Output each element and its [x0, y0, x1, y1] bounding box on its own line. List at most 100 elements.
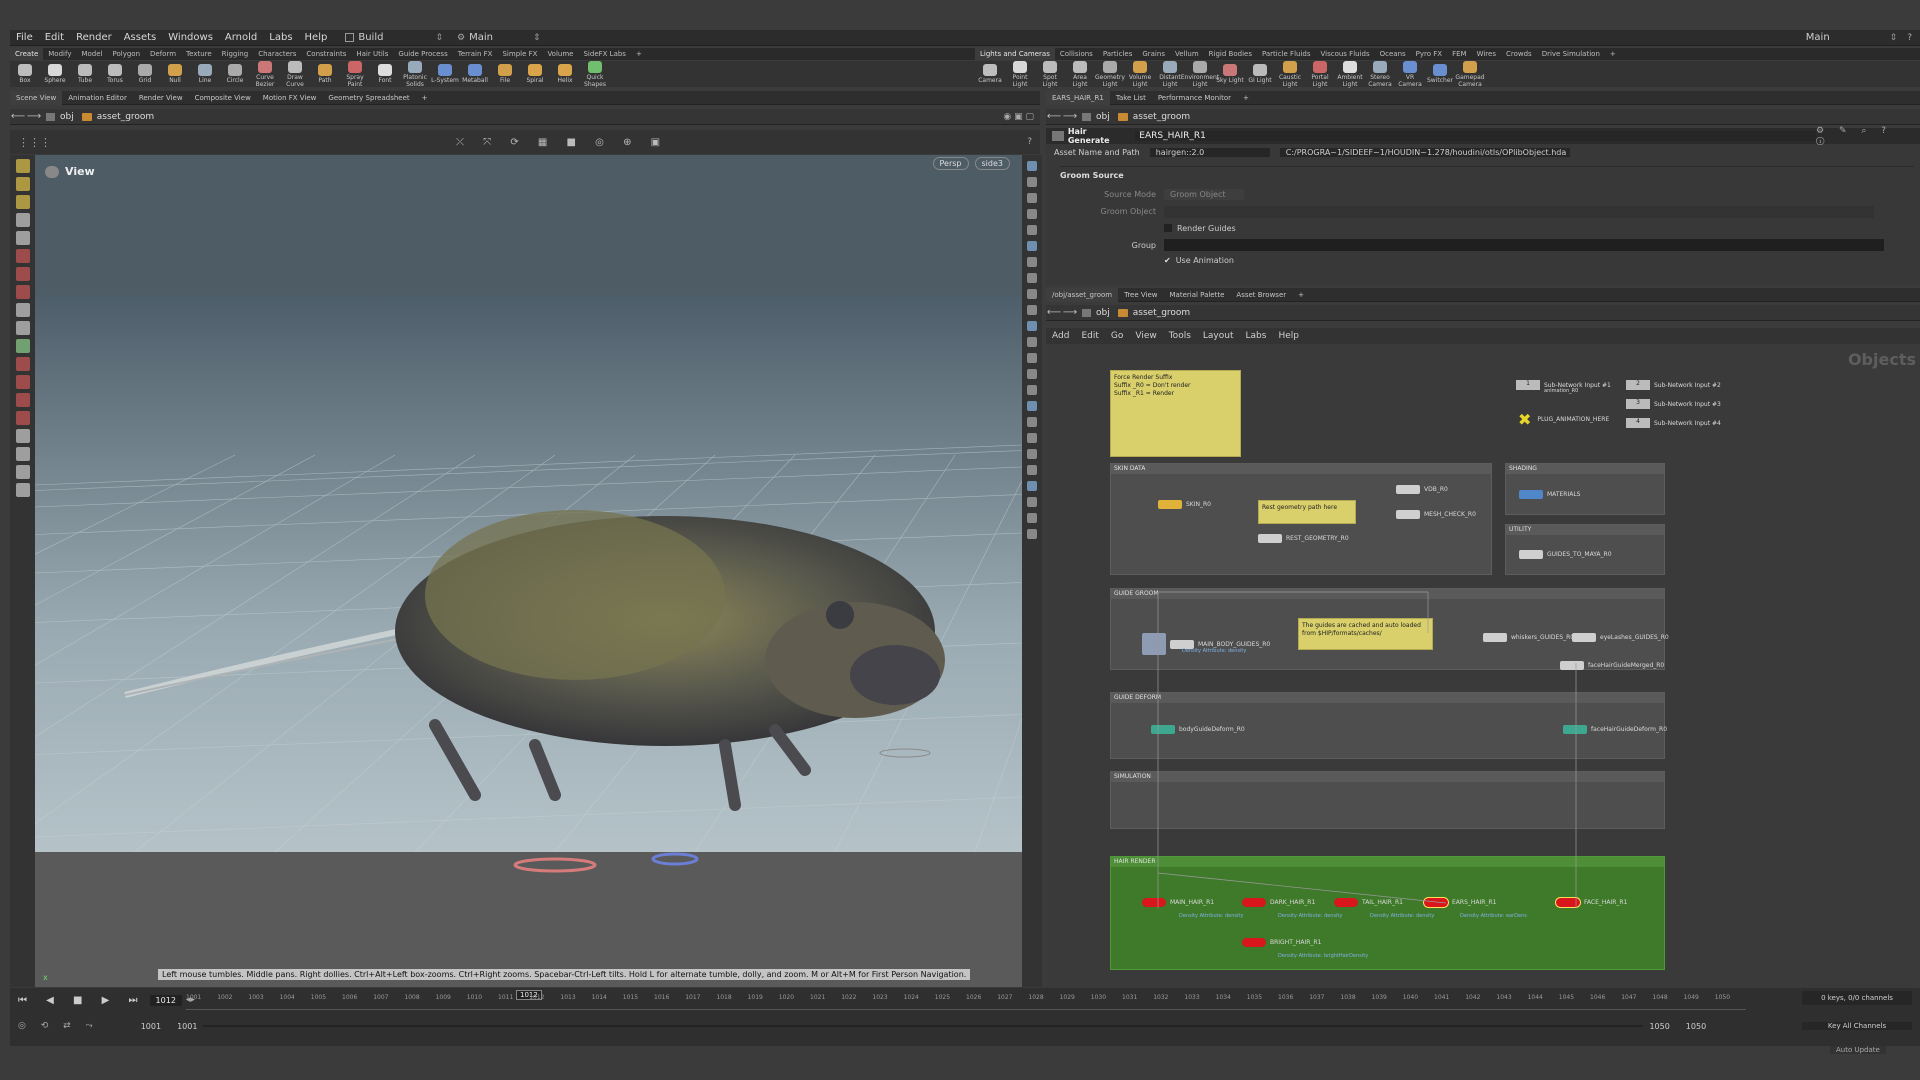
viewport-tool-icon[interactable] [15, 213, 30, 227]
back-arrow-icon[interactable]: ⟵ [1046, 307, 1062, 318]
node-tail-hair[interactable]: TAIL_HAIR_R1 [1334, 898, 1403, 907]
shelf-tool[interactable]: Helix [550, 64, 580, 84]
shelf-tab[interactable]: SideFX Labs [578, 48, 630, 60]
desktop-selector[interactable]: Build ⇕ [345, 32, 443, 43]
subnet-input-2[interactable]: 2 Sub-Network Input #2 [1626, 380, 1721, 390]
shelf-tab[interactable]: Particles [1098, 48, 1138, 60]
shelf-tool[interactable]: Grid [130, 64, 160, 84]
node-skin[interactable]: SKIN_R0 [1158, 500, 1211, 509]
shelf-tab[interactable]: Viscous Fluids [1316, 48, 1375, 60]
network-menu-item[interactable]: Labs [1240, 331, 1273, 341]
network-menu-item[interactable]: Tools [1163, 331, 1197, 341]
display-option-icon[interactable] [1027, 257, 1037, 267]
menu-labs[interactable]: Labs [263, 30, 298, 46]
add-tab-icon[interactable]: + [631, 48, 647, 60]
viewport-tool-icon[interactable] [15, 303, 30, 317]
shelf-tab[interactable]: Constraints [301, 48, 351, 60]
shelf-tool[interactable]: Sphere [40, 64, 70, 84]
viewport-tool-icon[interactable] [15, 465, 30, 479]
help-icon[interactable]: ? [1907, 33, 1912, 43]
shelf-tab[interactable]: Create [10, 48, 44, 60]
path-root[interactable]: obj [1078, 308, 1114, 318]
shelf-tab[interactable]: Rigging [217, 48, 254, 60]
network-menu-item[interactable]: Go [1105, 331, 1129, 341]
shelf-tool[interactable]: Box [10, 64, 40, 84]
pane-layout-selector[interactable]: ⚙ Main ⇕ [457, 32, 541, 43]
shelf-tab[interactable]: Deform [145, 48, 181, 60]
viewport-help-icon[interactable]: ? [1027, 137, 1032, 147]
pane-tab[interactable]: Geometry Spreadsheet [322, 91, 415, 105]
display-option-icon[interactable] [1027, 193, 1037, 203]
shelf-tool[interactable]: Stereo Camera [1365, 60, 1395, 88]
viewport-tool-icon[interactable] [15, 357, 30, 371]
back-arrow-icon[interactable]: ⟵ [10, 111, 26, 122]
subnet-input-4[interactable]: 4 Sub-Network Input #4 [1626, 418, 1721, 428]
shelf-tool[interactable]: Platonic Solids [400, 60, 430, 88]
display-option-icon[interactable] [1027, 433, 1037, 443]
asset-name-field[interactable]: hairgen::2.0 [1149, 147, 1270, 157]
viewport-tool-icon[interactable] [15, 195, 30, 209]
display-option-icon[interactable] [1027, 273, 1037, 283]
display-option-icon[interactable] [1027, 369, 1037, 379]
display-option-icon[interactable] [1027, 353, 1037, 363]
shelf-tool[interactable]: Sky Light [1215, 64, 1245, 84]
shelf-tab[interactable]: Oceans [1375, 48, 1411, 60]
shelf-tab[interactable]: Particle Fluids [1257, 48, 1316, 60]
node-ears-hair[interactable]: EARS_HAIR_R1 [1424, 898, 1496, 907]
shelf-tool[interactable]: Caustic Light [1275, 60, 1305, 88]
shelf-tab[interactable]: Characters [253, 48, 301, 60]
shelf-tab[interactable]: Model [76, 48, 107, 60]
path-root[interactable]: obj [1078, 112, 1114, 122]
range-end-field[interactable]: 1050 [1686, 1022, 1706, 1031]
display-option-icon[interactable] [1027, 209, 1037, 219]
shelf-tool[interactable]: Gamepad Camera [1455, 60, 1485, 88]
add-tab-icon[interactable]: + [1237, 91, 1255, 105]
node-main-hair[interactable]: MAIN_HAIR_R1 [1142, 898, 1214, 907]
node-name-field[interactable]: EARS_HAIR_R1 [1135, 131, 1817, 141]
forward-arrow-icon[interactable]: ⟶ [1062, 307, 1078, 318]
scene-viewport[interactable]: x View Persp side3 Left mouse tumbles. M… [35, 155, 1022, 987]
realtime-toggles[interactable]: ◎ ⟲ ⇄ ⤳ [18, 1021, 99, 1031]
shelf-tab[interactable]: Grains [1137, 48, 1170, 60]
shelf-tool[interactable]: Metaball [460, 64, 490, 84]
range-start-field[interactable]: 1001 [141, 1022, 161, 1031]
path-network[interactable]: asset_groom [78, 112, 158, 122]
shelf-tab[interactable]: FEM [1447, 48, 1472, 60]
display-options-icons[interactable]: ⤫ ⤧ ⟳ ▦ ■ ◎ ⊕ ▣ [456, 137, 668, 148]
viewport-tool-icon[interactable] [15, 321, 30, 335]
menu-edit[interactable]: Edit [39, 30, 70, 46]
back-arrow-icon[interactable]: ⟵ [1046, 111, 1062, 122]
current-frame-field[interactable]: 1012 [149, 994, 182, 1006]
shelf-tool[interactable]: GI Light [1245, 64, 1275, 84]
pane-tab[interactable]: Asset Browser [1230, 288, 1292, 302]
node-whiskers-guides[interactable]: whiskers_GUIDES_R0 [1483, 633, 1574, 642]
shelf-tab[interactable]: Texture [181, 48, 217, 60]
shelf-tool[interactable]: Font [370, 64, 400, 84]
groom-source-section[interactable]: Groom Source [1060, 171, 1914, 185]
viewport-tool-icon[interactable] [15, 249, 30, 263]
pane-tab[interactable]: Material Palette [1164, 288, 1231, 302]
range-slider[interactable] [203, 1025, 1644, 1027]
pane-tab[interactable]: Motion FX View [257, 91, 323, 105]
subnet-input-3[interactable]: 3 Sub-Network Input #3 [1626, 399, 1721, 409]
path-options-icons[interactable]: ◉ ▣ ▢ [1003, 112, 1040, 122]
display-option-icon[interactable] [1027, 241, 1037, 251]
pane-tab[interactable]: EARS_HAIR_R1 [1046, 90, 1110, 105]
display-option-icon[interactable] [1027, 401, 1037, 411]
display-option-icon[interactable] [1027, 465, 1037, 475]
menu-windows[interactable]: Windows [162, 30, 219, 46]
shelf-tab[interactable]: Polygon [108, 48, 146, 60]
shelf-tool[interactable]: Quick Shapes [580, 60, 610, 88]
shelf-tool[interactable]: Spot Light [1035, 60, 1065, 88]
viewport-tool-icon[interactable] [15, 447, 30, 461]
shelf-tool[interactable]: Portal Light [1305, 60, 1335, 88]
shelf-tool[interactable]: Ambient Light [1335, 60, 1365, 88]
viewport-tool-icon[interactable] [15, 177, 30, 191]
node-materials[interactable]: MATERIALS [1519, 490, 1580, 499]
pane-tab[interactable]: Render View [133, 91, 189, 105]
pane-tab[interactable]: Scene View [10, 90, 63, 105]
network-menu-item[interactable]: Edit [1075, 331, 1104, 341]
display-menu[interactable]: side3 [974, 157, 1010, 170]
sticky-note-rest-geometry[interactable]: Rest geometry path here [1258, 500, 1356, 524]
display-option-icon[interactable] [1027, 305, 1037, 315]
